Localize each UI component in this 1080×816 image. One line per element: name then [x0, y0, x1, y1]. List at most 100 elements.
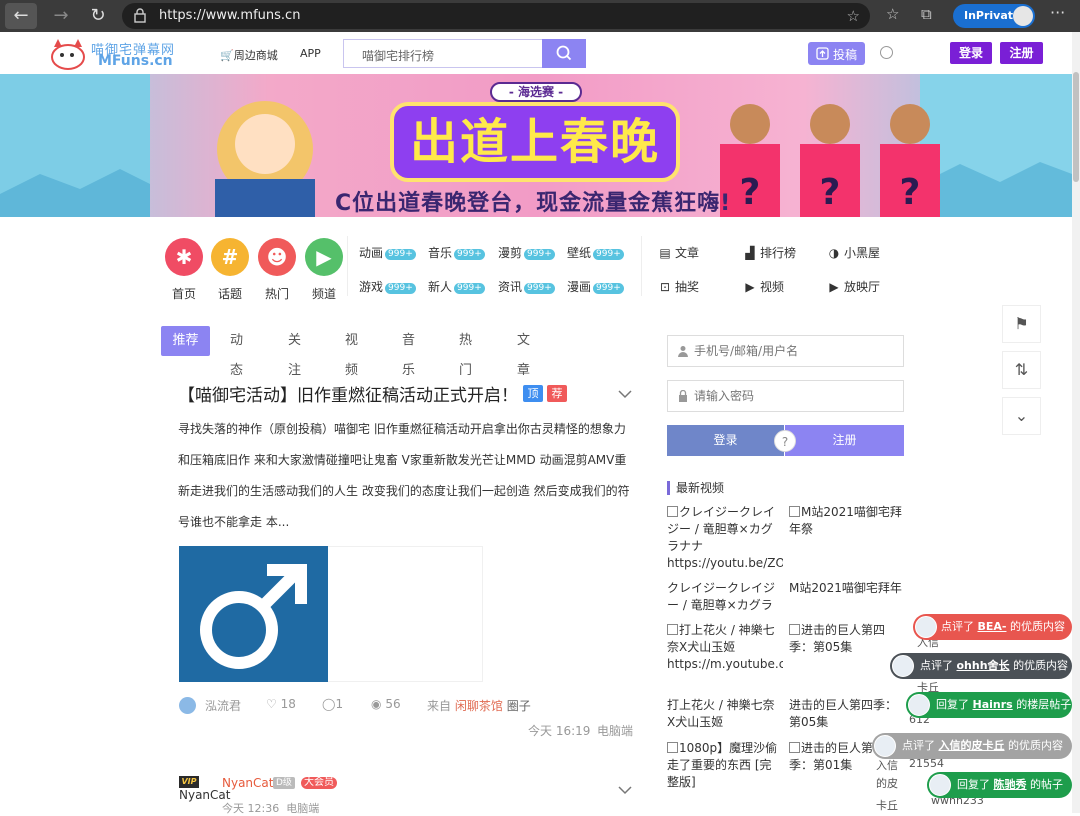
- header-login-button[interactable]: 登录: [950, 42, 992, 64]
- like-button[interactable]: ♡ 18: [266, 697, 296, 711]
- report-flag-icon[interactable]: ⚑: [1002, 305, 1041, 343]
- reload-icon[interactable]: ↻: [82, 3, 114, 29]
- activity-user[interactable]: 入信的皮卡丘: [939, 739, 1005, 752]
- broken-image-icon: [667, 742, 678, 753]
- activity-bubble[interactable]: 点评了 BEA- 的优质内容: [913, 614, 1072, 640]
- category-wallpaper[interactable]: 壁纸 999+: [567, 244, 624, 261]
- account-field[interactable]: [667, 335, 904, 367]
- shop-link[interactable]: 🛒周边商城: [220, 47, 278, 63]
- video-item[interactable]: M站2021喵御宅拜年祭: [789, 504, 905, 538]
- device-text: 电脑端: [286, 802, 320, 815]
- post-body[interactable]: 寻找失落的神作（原创投稿）喵御宅 旧作重燃征稿活动开启拿出你古灵精怪的想象力和压…: [178, 414, 634, 538]
- section-lottery[interactable]: ⊡ 抽奖: [658, 278, 699, 295]
- logo-text-en[interactable]: MFuns.cn: [98, 53, 173, 69]
- activity-text: 回复了 Hainrs 的楼层帖子: [936, 692, 1071, 718]
- search-input[interactable]: 喵御宅排行榜: [362, 47, 434, 64]
- category-news[interactable]: 资讯 999+: [498, 278, 555, 295]
- activity-text: 点评了 BEA- 的优质内容: [941, 614, 1065, 640]
- favorite-star-icon[interactable]: ☆: [847, 7, 860, 25]
- comment-button[interactable]: ◯1: [322, 697, 343, 711]
- video-item[interactable]: 进击的巨人第四季：第05集: [789, 622, 889, 656]
- activity-bubble[interactable]: 回复了 Hainrs 的楼层帖子: [906, 692, 1072, 718]
- video-item[interactable]: 1080p】魔理沙偷走了重要的东西 [完整版]: [667, 740, 783, 791]
- promo-banner[interactable]: ? ? ? - 海选赛 - 出道上春晚 C位出道春晚登台，现金流量金蕉狂嗨!: [0, 74, 1072, 217]
- sidebar-register-button[interactable]: 注册: [785, 425, 904, 456]
- author-name[interactable]: 泓流君: [205, 697, 241, 714]
- category-anime[interactable]: 动画 999+: [359, 244, 416, 261]
- refresh-toggle-icon[interactable]: ⇅: [1002, 351, 1041, 389]
- page-scrollbar[interactable]: [1072, 32, 1080, 813]
- video-item[interactable]: クレイジークレイジー / 竜胆尊×カグラナ...: [667, 580, 781, 614]
- collections-icon[interactable]: ⧉: [921, 5, 932, 23]
- section-blacklist[interactable]: ◑ 小黑屋: [827, 244, 880, 261]
- forward-icon[interactable]: →: [45, 3, 77, 29]
- video-item[interactable]: 打上花火 / 神樂七奈X犬山玉姬 https://m.youtube.com/f…: [667, 622, 783, 690]
- search-icon: [556, 45, 572, 61]
- activity-user[interactable]: Hainrs: [973, 698, 1013, 711]
- banner-subtitle: - 海选赛 -: [490, 82, 582, 102]
- section-ranking[interactable]: ▟ 排行榜: [743, 244, 796, 261]
- svg-text:?: ?: [740, 172, 761, 213]
- chevron-down-icon[interactable]: [618, 389, 632, 399]
- ghost-text: 卡丘: [876, 799, 898, 812]
- activity-bubble[interactable]: 点评了 ohhh舍长 的优质内容: [890, 653, 1072, 679]
- video-item[interactable]: 打上花火 / 神樂七奈X犬山玉姬 https://m.y...: [667, 697, 781, 731]
- section-theater[interactable]: ▶ 放映厅: [827, 278, 880, 295]
- header-register-button[interactable]: 注册: [1000, 42, 1043, 64]
- post-title[interactable]: 【喵御宅活动】旧作重燃征稿活动正式开启！: [178, 381, 518, 406]
- tab-article[interactable]: 文章: [517, 326, 530, 378]
- heart-icon: ♡: [266, 697, 277, 711]
- tab-music[interactable]: 音乐: [402, 326, 415, 378]
- chevron-down-icon[interactable]: [618, 785, 632, 795]
- favorites-icon[interactable]: ☆: [886, 5, 899, 23]
- address-bar[interactable]: https://www.mfuns.cn ☆: [122, 3, 870, 29]
- account-input[interactable]: [694, 342, 894, 360]
- post-image[interactable]: [179, 546, 328, 682]
- activity-bubble[interactable]: 点评了 入信的皮卡丘 的优质内容: [872, 733, 1072, 759]
- language-globe-icon[interactable]: [880, 46, 893, 59]
- quicknav-channel-label: 频道: [311, 287, 336, 301]
- activity-user[interactable]: ohhh舍长: [957, 659, 1010, 672]
- inprivate-badge[interactable]: InPrivate: [953, 4, 1035, 28]
- channel-play-icon: ▶: [305, 238, 343, 276]
- source-link[interactable]: 闲聊茶馆: [455, 699, 503, 713]
- section-article[interactable]: ▤ 文章: [658, 244, 699, 261]
- author-avatar[interactable]: [179, 697, 196, 714]
- comment-count: 1: [335, 697, 344, 711]
- back-icon[interactable]: ←: [5, 3, 37, 29]
- activity-user[interactable]: BEA-: [978, 620, 1007, 633]
- app-link[interactable]: APP: [300, 47, 321, 60]
- banner-title: 出道上春晚: [390, 102, 680, 182]
- password-field[interactable]: [667, 380, 904, 412]
- video-item[interactable]: クレイジークレイジー / 竜胆尊×カグラナナ https://youtu.be/…: [667, 504, 783, 572]
- more-menu-icon[interactable]: ···: [1050, 3, 1065, 22]
- video-item[interactable]: 进击的巨人第四季：第05集: [789, 697, 905, 731]
- section-video[interactable]: ▶ 视频: [743, 278, 784, 295]
- tab-dynamic[interactable]: 动态: [230, 326, 243, 378]
- activity-user[interactable]: 陈驰秀: [994, 778, 1027, 791]
- broken-image-icon: [789, 624, 800, 635]
- tab-video[interactable]: 视频: [345, 326, 358, 378]
- video-item[interactable]: M站2021喵御宅拜年祭: [789, 580, 905, 597]
- video-title: 打上花火 / 神樂七奈X犬山玉姬 https://m.youtube.com/f…: [667, 623, 783, 671]
- help-question-icon[interactable]: ?: [774, 430, 796, 452]
- password-input[interactable]: [694, 387, 894, 405]
- category-comic[interactable]: 漫画 999+: [567, 278, 624, 295]
- tab-recommend[interactable]: 推荐: [161, 326, 210, 356]
- scroll-down-icon[interactable]: ⌄: [1002, 397, 1041, 435]
- quicknav-channel[interactable]: ▶ 频道: [296, 238, 352, 302]
- logo-mascot-icon[interactable]: [48, 35, 88, 71]
- search-button[interactable]: [542, 39, 586, 68]
- category-newbie[interactable]: 新人 999+: [428, 278, 485, 295]
- category-edit[interactable]: 漫剪 999+: [498, 244, 555, 261]
- category-game[interactable]: 游戏 999+: [359, 278, 416, 295]
- video-play-icon: ▶: [745, 280, 755, 294]
- sidebar-login-button[interactable]: 登录: [667, 425, 784, 456]
- category-music[interactable]: 音乐 999+: [428, 244, 485, 261]
- scrollbar-thumb[interactable]: [1073, 72, 1079, 182]
- tab-follow[interactable]: 关注: [288, 326, 301, 378]
- upload-button[interactable]: 投稿: [808, 42, 865, 65]
- search-box[interactable]: 喵御宅排行榜: [343, 39, 586, 68]
- tab-hot[interactable]: 热门: [459, 326, 472, 378]
- activity-bubble[interactable]: 回复了 陈驰秀 的帖子: [927, 772, 1072, 798]
